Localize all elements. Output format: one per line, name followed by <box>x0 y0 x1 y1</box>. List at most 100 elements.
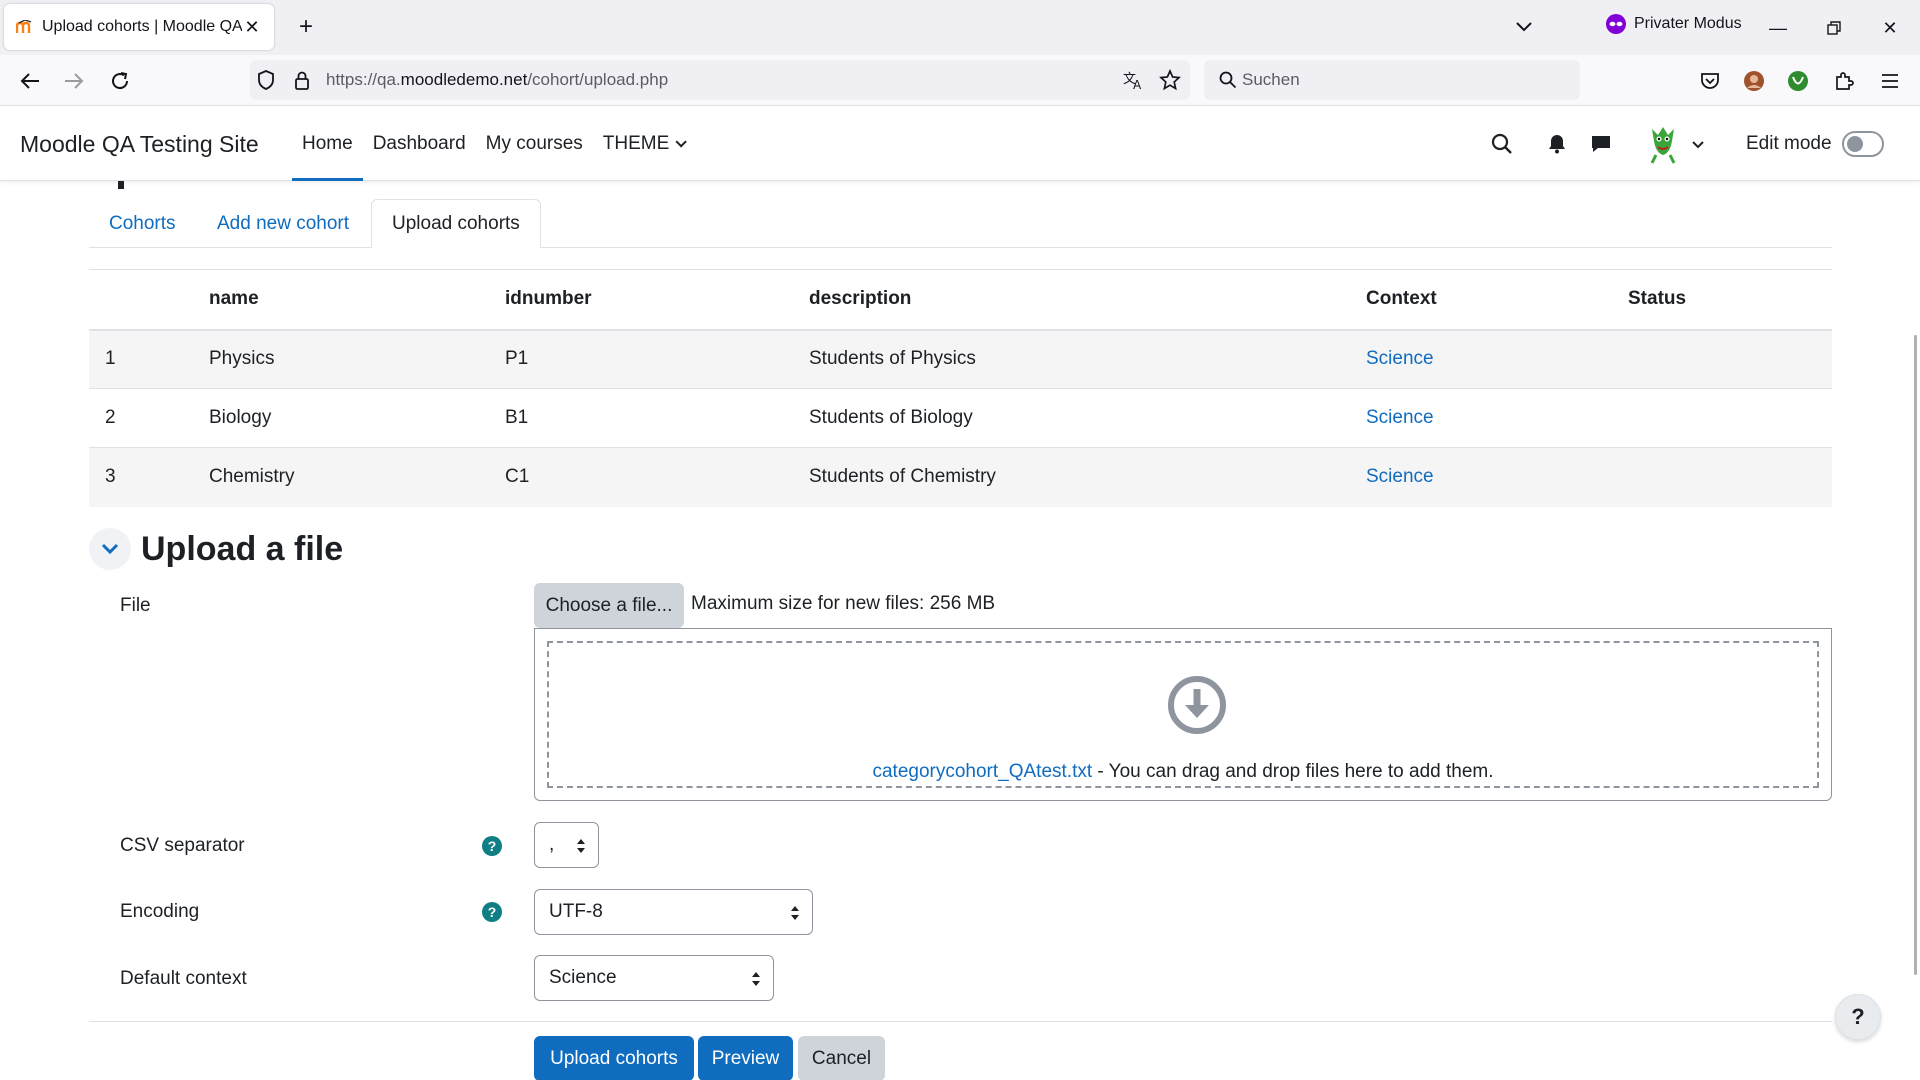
toggle-knob <box>1847 136 1863 152</box>
primary-navigation: Home Dashboard My courses THEME <box>292 107 693 181</box>
nav-theme-label: THEME <box>602 133 670 154</box>
choose-file-button[interactable]: Choose a file... <box>534 583 684 628</box>
url-bar[interactable]: https://qa.moodledemo.net/cohort/upload.… <box>250 60 1190 100</box>
default-context-select[interactable]: Science <box>534 955 774 1001</box>
messages-icon[interactable] <box>1584 127 1618 161</box>
column-header-context: Context <box>1366 269 1628 331</box>
forward-arrow-icon[interactable] <box>58 65 90 97</box>
pocket-icon[interactable] <box>1694 65 1726 97</box>
cell-status <box>1628 329 1832 389</box>
tab-list-chevron-icon[interactable] <box>1512 15 1536 39</box>
padlock-icon[interactable] <box>290 68 314 92</box>
cell-context: Science <box>1366 388 1628 448</box>
tab-cohorts[interactable]: Cohorts <box>89 199 196 248</box>
browser-search-placeholder: Suchen <box>1242 70 1300 89</box>
cell-index: 2 <box>89 388 209 448</box>
cell-idnumber: B1 <box>505 388 809 448</box>
site-header: Moodle QA Testing Site Home Dashboard My… <box>0 107 1920 181</box>
section-title: Upload a file <box>141 529 344 568</box>
notifications-bell-icon[interactable] <box>1540 127 1574 161</box>
table-row: 3 Chemistry C1 Students of Chemistry Sci… <box>89 447 1832 507</box>
download-arrow-circle-icon <box>1168 676 1226 734</box>
restore-icon[interactable] <box>1816 10 1852 46</box>
search-icon <box>1216 68 1240 92</box>
nav-my-courses[interactable]: My courses <box>476 107 593 181</box>
private-mask-icon <box>1606 14 1626 34</box>
svg-text:A: A <box>1133 78 1142 90</box>
table-header-row: name idnumber description Context Status <box>89 269 1832 331</box>
url-text[interactable]: https://qa.moodledemo.net/cohort/upload.… <box>326 70 668 90</box>
context-link[interactable]: Science <box>1366 407 1434 428</box>
default-context-value: Science <box>549 967 617 988</box>
dropzone-text: categorycohort_QAtest.txt - You can drag… <box>549 761 1817 783</box>
csv-separator-label: CSV separator <box>120 835 245 856</box>
drop-hint: - You can drag and drop files here to ad… <box>1092 761 1494 782</box>
page-scrollbar[interactable] <box>1914 335 1917 975</box>
collapse-chevron-icon[interactable] <box>89 528 131 570</box>
uploaded-file-link[interactable]: categorycohort_QAtest.txt <box>872 761 1092 782</box>
extensions-puzzle-icon[interactable] <box>1828 65 1860 97</box>
select-arrows-icon <box>577 839 585 853</box>
select-arrows-icon <box>791 906 799 920</box>
cell-index: 3 <box>89 447 209 507</box>
browser-tab-bar: Upload cohorts | Moodle QA Te ✕ + Privat… <box>0 0 1920 55</box>
browser-tab[interactable]: Upload cohorts | Moodle QA Te ✕ <box>4 4 274 50</box>
reload-icon[interactable] <box>104 65 136 97</box>
tracking-shield-icon[interactable] <box>254 68 278 92</box>
private-mode-label: Privater Modus <box>1634 15 1742 32</box>
column-header-index <box>89 269 209 331</box>
encoding-select[interactable]: UTF-8 <box>534 889 813 935</box>
bookmark-star-icon[interactable] <box>1158 68 1182 92</box>
cell-description: Students of Physics <box>809 329 1366 389</box>
site-name[interactable]: Moodle QA Testing Site <box>20 131 259 158</box>
new-tab-icon[interactable]: + <box>292 13 320 41</box>
extension-avatar-icon[interactable] <box>1738 65 1770 97</box>
cell-status <box>1628 388 1832 448</box>
cancel-button[interactable]: Cancel <box>798 1036 885 1080</box>
close-window-icon[interactable]: ✕ <box>1872 10 1908 46</box>
browser-search-bar[interactable]: Suchen <box>1204 60 1580 100</box>
edit-mode-label: Edit mode <box>1746 133 1832 154</box>
search-icon[interactable] <box>1485 127 1519 161</box>
encoding-value: UTF-8 <box>549 901 603 922</box>
context-link[interactable]: Science <box>1366 348 1434 369</box>
nav-theme-menu[interactable]: THEME <box>593 107 694 181</box>
cell-context: Science <box>1366 329 1628 389</box>
edit-mode-toggle[interactable] <box>1842 131 1884 157</box>
upload-cohorts-button[interactable]: Upload cohorts <box>534 1036 694 1080</box>
table-row: 2 Biology B1 Students of Biology Science <box>89 388 1832 448</box>
private-mode-indicator: Privater Modus <box>1606 14 1742 34</box>
browser-nav-bar: https://qa.moodledemo.net/cohort/upload.… <box>0 55 1920 106</box>
cell-idnumber: C1 <box>505 447 809 507</box>
extension-green-icon[interactable] <box>1782 65 1814 97</box>
csv-separator-select[interactable]: , <box>534 822 599 868</box>
cell-name: Biology <box>209 388 505 448</box>
file-dropzone[interactable]: categorycohort_QAtest.txt - You can drag… <box>534 628 1832 801</box>
nav-home[interactable]: Home <box>292 107 363 181</box>
encoding-label: Encoding <box>120 901 200 922</box>
back-arrow-icon[interactable] <box>14 65 46 97</box>
user-avatar[interactable] <box>1640 119 1686 165</box>
default-context-label: Default context <box>120 968 247 989</box>
tab-upload-cohorts[interactable]: Upload cohorts <box>371 199 541 249</box>
minimize-icon[interactable]: — <box>1760 10 1796 46</box>
nav-dashboard[interactable]: Dashboard <box>363 107 476 181</box>
column-header-status: Status <box>1628 269 1832 331</box>
cell-context: Science <box>1366 447 1628 507</box>
hamburger-menu-icon[interactable] <box>1874 65 1906 97</box>
cell-idnumber: P1 <box>505 329 809 389</box>
context-link[interactable]: Science <box>1366 466 1434 487</box>
cell-name: Chemistry <box>209 447 505 507</box>
preview-button[interactable]: Preview <box>698 1036 793 1080</box>
help-button[interactable]: ? <box>1835 994 1881 1040</box>
dropzone-dashed-area: categorycohort_QAtest.txt - You can drag… <box>547 641 1819 788</box>
csv-help-icon[interactable]: ? <box>482 836 502 856</box>
translate-icon[interactable]: 文A <box>1122 68 1146 92</box>
column-header-idnumber: idnumber <box>505 269 809 331</box>
user-menu-chevron-icon[interactable] <box>1692 136 1704 154</box>
close-tab-icon[interactable]: ✕ <box>242 17 262 37</box>
tab-add-new-cohort[interactable]: Add new cohort <box>197 199 369 248</box>
cohort-preview-table: name idnumber description Context Status… <box>89 269 1832 507</box>
encoding-help-icon[interactable]: ? <box>482 902 502 922</box>
table-row: 1 Physics P1 Students of Physics Science <box>89 329 1832 389</box>
